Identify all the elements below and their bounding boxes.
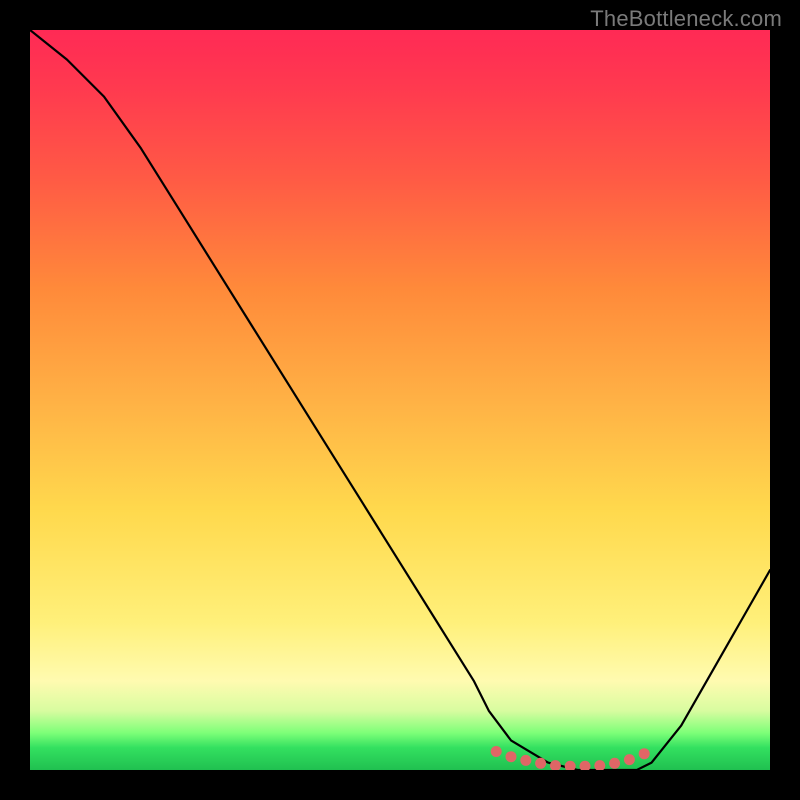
marker-dot bbox=[535, 758, 546, 769]
marker-dot bbox=[506, 751, 517, 762]
marker-dot bbox=[565, 761, 576, 770]
chart-container: TheBottleneck.com bbox=[0, 0, 800, 800]
plot-area bbox=[30, 30, 770, 770]
marker-dot bbox=[550, 760, 561, 770]
marker-dot bbox=[594, 760, 605, 770]
optimal-range-markers bbox=[491, 746, 650, 770]
attribution-label: TheBottleneck.com bbox=[590, 6, 782, 32]
marker-dot bbox=[624, 754, 635, 765]
marker-dot bbox=[609, 758, 620, 769]
bottleneck-curve bbox=[30, 30, 770, 770]
marker-dot bbox=[580, 761, 591, 770]
marker-dot bbox=[520, 755, 531, 766]
marker-dot bbox=[639, 748, 650, 759]
curve-layer bbox=[30, 30, 770, 770]
marker-dot bbox=[491, 746, 502, 757]
